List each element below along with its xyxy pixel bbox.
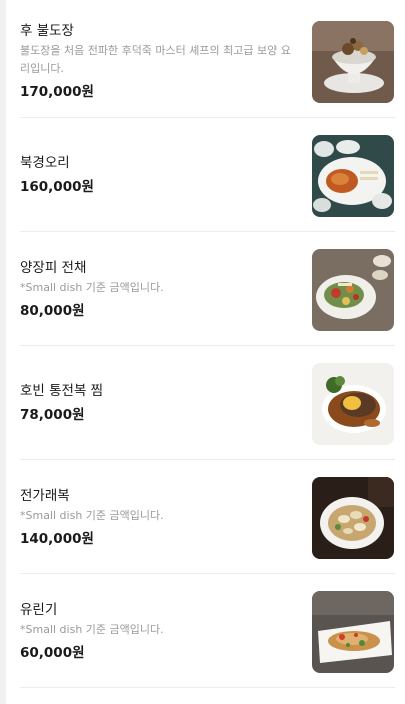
menu-item-text: 북경오리 160,000원 bbox=[20, 118, 300, 232]
menu-item-name: 호빈 통전복 찜 bbox=[20, 383, 104, 399]
menu-item-text: 후 불도장 불도장을 처음 전파한 후덕죽 마스터 셰프의 최고급 보양 요리입… bbox=[20, 4, 300, 118]
menu-item[interactable]: 전가래복 *Small dish 기준 금액입니다. 140,000원 bbox=[20, 460, 395, 574]
menu-item[interactable]: 양장피 전채 *Small dish 기준 금액입니다. 80,000원 bbox=[20, 232, 395, 346]
side-strip bbox=[0, 0, 6, 704]
cold-appetizer-photo[interactable] bbox=[312, 249, 394, 331]
peking-duck-photo[interactable] bbox=[312, 135, 394, 217]
menu-item-price: 170,000원 bbox=[20, 83, 94, 100]
menu-item[interactable]: 후 불도장 불도장을 처음 전파한 후덕죽 마스터 셰프의 최고급 보양 요리입… bbox=[20, 4, 395, 118]
menu-item-description: *Small dish 기준 금액입니다. bbox=[20, 622, 164, 636]
menu-item-description: 불도장을 처음 전파한 후덕죽 마스터 셰프의 최고급 보양 요리입니다. bbox=[20, 43, 291, 75]
menu-item-price: 140,000원 bbox=[20, 530, 94, 547]
menu-item-text: 양장피 전채 *Small dish 기준 금액입니다. 80,000원 bbox=[20, 232, 300, 346]
menu-item-name: 전가래복 bbox=[20, 487, 70, 504]
menu-item[interactable]: 북경오리 160,000원 bbox=[20, 118, 395, 232]
menu-item-price: 60,000원 bbox=[20, 644, 85, 661]
menu-item-description: *Small dish 기준 금액입니다. bbox=[20, 508, 164, 522]
menu-item-text: 전가래복 *Small dish 기준 금액입니다. 140,000원 bbox=[20, 460, 300, 574]
menu-item-name: 유린기 bbox=[20, 601, 58, 618]
menu-item-price: 160,000원 bbox=[20, 179, 94, 195]
menu-item[interactable]: 호빈 통전복 찜 78,000원 bbox=[20, 346, 395, 460]
seafood-stew-photo[interactable] bbox=[312, 477, 394, 559]
menu-item-name: 북경오리 bbox=[20, 155, 70, 171]
abalone-photo[interactable] bbox=[312, 363, 394, 445]
menu-page: 후 불도장 불도장을 처음 전파한 후덕죽 마스터 셰프의 최고급 보양 요리입… bbox=[0, 0, 405, 704]
menu-item[interactable]: 유린기 *Small dish 기준 금액입니다. 60,000원 bbox=[20, 574, 395, 688]
menu-list: 후 불도장 불도장을 처음 전파한 후덕죽 마스터 셰프의 최고급 보양 요리입… bbox=[20, 4, 395, 688]
soup-bowl-photo[interactable] bbox=[312, 21, 394, 103]
menu-item-text: 유린기 *Small dish 기준 금액입니다. 60,000원 bbox=[20, 574, 300, 688]
menu-item-name: 양장피 전채 bbox=[20, 259, 87, 276]
menu-item-description: *Small dish 기준 금액입니다. bbox=[20, 280, 164, 294]
menu-item-text: 호빈 통전복 찜 78,000원 bbox=[20, 346, 300, 460]
fried-chicken-photo[interactable] bbox=[312, 591, 394, 673]
menu-item-price: 80,000원 bbox=[20, 302, 85, 319]
menu-item-name: 후 불도장 bbox=[20, 22, 74, 39]
menu-item-price: 78,000원 bbox=[20, 407, 85, 423]
